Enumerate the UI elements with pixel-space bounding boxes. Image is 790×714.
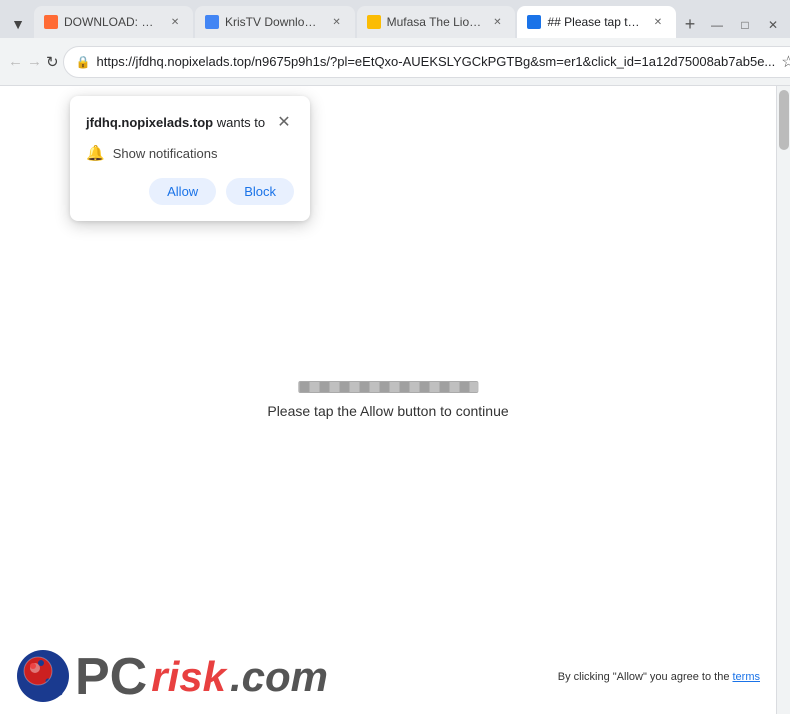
tab-favicon-kris <box>205 15 219 29</box>
terms-link[interactable]: terms <box>733 671 761 683</box>
bottom-terms: By clicking "Allow" you agree to the ter… <box>558 671 760 683</box>
tab-kris[interactable]: KrisTV Download Pa... ✕ <box>195 6 355 38</box>
tab-please[interactable]: ## Please tap the All... ✕ <box>517 6 675 38</box>
loading-bar <box>298 381 478 393</box>
logo-pc-text: PC <box>75 651 147 703</box>
loading-bar-stripes <box>299 382 477 392</box>
tab-close-please[interactable]: ✕ <box>650 14 666 30</box>
refresh-button[interactable]: ↻ <box>46 46 59 78</box>
popup-site: jfdhq.nopixelads.top <box>86 115 213 130</box>
tab-close-mufasa[interactable]: ✕ <box>489 14 505 30</box>
block-button[interactable]: Block <box>226 178 294 205</box>
content-area: Please tap the Allow button to continue <box>0 86 790 714</box>
logo-area: PC risk .com <box>16 649 328 704</box>
forward-button[interactable]: → <box>27 46 42 78</box>
bottom-section: PC risk .com By clicking "Allow" you agr… <box>0 639 776 714</box>
popup-buttons: Allow Block <box>86 178 294 205</box>
scrollbar-thumb[interactable] <box>779 90 789 150</box>
popup-option: 🔔 Show notifications <box>86 144 294 162</box>
popup-wants-to: wants to <box>213 115 265 130</box>
allow-button[interactable]: Allow <box>149 178 216 205</box>
tab-close-download[interactable]: ✕ <box>167 14 183 30</box>
minimize-button[interactable]: — <box>704 12 730 38</box>
loading-text: Please tap the Allow button to continue <box>267 403 508 419</box>
tab-favicon-mufasa <box>367 15 381 29</box>
popup-title: jfdhq.nopixelads.top wants to <box>86 115 265 130</box>
logo-dotcom-text: .com <box>230 656 328 698</box>
popup-option-text: Show notifications <box>113 146 218 161</box>
browser-frame: ▼ DOWNLOAD: Mufas... ✕ KrisTV Download P… <box>0 0 790 714</box>
logo-risk-text: risk <box>151 656 226 698</box>
tab-bar-right: — □ ✕ <box>704 12 786 38</box>
maximize-button[interactable]: □ <box>732 12 758 38</box>
page-content: Please tap the Allow button to continue <box>0 86 776 714</box>
bookmark-icon[interactable]: ☆ <box>781 52 790 72</box>
url-text: https://jfdhq.nopixelads.top/n9675p9h1s/… <box>97 54 776 69</box>
back-button[interactable]: ← <box>8 46 23 78</box>
popup-header: jfdhq.nopixelads.top wants to ✕ <box>86 112 294 132</box>
tab-mufasa[interactable]: Mufasa The Lion Kin... ✕ <box>357 6 516 38</box>
tab-label-mufasa: Mufasa The Lion Kin... <box>387 15 484 29</box>
terms-text: By clicking "Allow" you agree to the <box>558 671 733 683</box>
tab-favicon-please <box>527 15 541 29</box>
pcrisk-icon <box>16 649 71 704</box>
tab-close-kris[interactable]: ✕ <box>329 14 345 30</box>
tab-favicon-download <box>44 15 58 29</box>
chrome-menu-button[interactable]: ▼ <box>4 10 32 38</box>
notification-popup: jfdhq.nopixelads.top wants to ✕ 🔔 Show n… <box>70 96 310 221</box>
tab-label-download: DOWNLOAD: Mufas... <box>64 15 161 29</box>
new-tab-button[interactable]: + <box>678 10 702 38</box>
scrollbar[interactable] <box>776 86 790 714</box>
close-button[interactable]: ✕ <box>760 12 786 38</box>
tab-label-please: ## Please tap the All... <box>547 15 643 29</box>
bell-icon: 🔔 <box>86 144 105 162</box>
tab-download[interactable]: DOWNLOAD: Mufas... ✕ <box>34 6 193 38</box>
tab-label-kris: KrisTV Download Pa... <box>225 15 323 29</box>
loading-section: Please tap the Allow button to continue <box>267 381 508 419</box>
tab-bar-left: ▼ <box>4 10 32 38</box>
url-bar[interactable]: 🔒 https://jfdhq.nopixelads.top/n9675p9h1… <box>63 46 790 78</box>
tab-bar: ▼ DOWNLOAD: Mufas... ✕ KrisTV Download P… <box>0 0 790 38</box>
address-bar: ← → ↻ 🔒 https://jfdhq.nopixelads.top/n96… <box>0 38 790 86</box>
security-icon: 🔒 <box>76 55 91 69</box>
popup-close-button[interactable]: ✕ <box>274 112 294 132</box>
